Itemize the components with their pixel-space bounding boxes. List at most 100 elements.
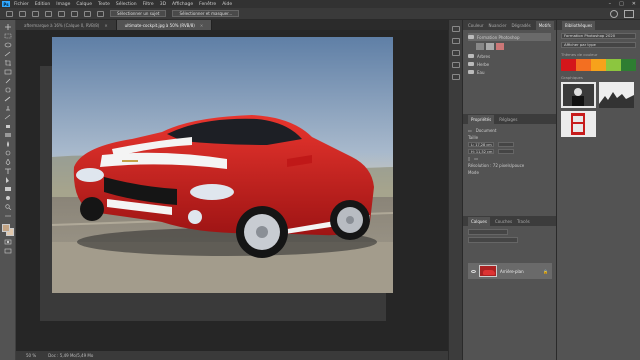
menu-calque[interactable]: Calque <box>76 2 92 7</box>
search-icon[interactable] <box>610 10 618 18</box>
history-icon[interactable] <box>451 26 460 32</box>
blur-tool-icon[interactable] <box>2 141 13 147</box>
dodge-tool-icon[interactable] <box>2 150 13 156</box>
height-field[interactable]: H: 11,52 cm <box>468 149 494 154</box>
clone-stamp-tool-icon[interactable] <box>2 105 13 111</box>
theme-color[interactable] <box>561 59 576 71</box>
theme-color[interactable] <box>621 59 636 71</box>
landscape-icon[interactable]: ▭ <box>474 156 478 161</box>
tab-nuancier[interactable]: Nuancier <box>489 23 507 28</box>
more-tools-icon[interactable] <box>2 213 13 219</box>
tab-traces[interactable]: Tracés <box>517 219 530 224</box>
angle-icon[interactable] <box>71 10 78 17</box>
close-icon[interactable]: ✕ <box>200 23 203 28</box>
pattern-folder[interactable]: Herbe <box>468 60 551 68</box>
paragraph-icon[interactable] <box>451 74 460 80</box>
tab-degrades[interactable]: Dégradés <box>511 23 530 28</box>
menu-edition[interactable]: Edition <box>35 2 51 7</box>
menu-aide[interactable]: Aide <box>222 2 232 7</box>
path-selection-tool-icon[interactable] <box>2 177 13 183</box>
document-tab-active[interactable]: ultimate-cockpit.jpg à 50% (RVB/8) ✕ <box>116 20 213 30</box>
pattern-folder[interactable]: Eau <box>468 68 551 76</box>
size-section[interactable]: Taille <box>468 134 552 141</box>
brush-size-icon[interactable] <box>58 10 65 17</box>
info-icon[interactable] <box>451 50 460 56</box>
pattern-folder[interactable]: Arbres <box>468 52 551 60</box>
minimize-icon[interactable]: – <box>609 1 612 7</box>
library-image[interactable] <box>561 111 596 137</box>
maximize-icon[interactable]: □ <box>619 1 624 7</box>
zoom-level[interactable]: 50 % <box>26 353 36 358</box>
library-select[interactable]: Formation Photoshop 2020 <box>561 33 636 39</box>
select-subject-button[interactable]: Sélectionner un sujet <box>110 10 167 17</box>
pattern-folder[interactable]: Formation Photoshop <box>468 33 551 41</box>
tab-calques[interactable]: Calques <box>468 216 490 226</box>
layer-row[interactable]: Arrière-plan 🔒 <box>468 263 552 279</box>
brush-settings-icon[interactable] <box>451 38 460 44</box>
portrait-icon[interactable]: ▯ <box>468 156 470 161</box>
move-tool-icon[interactable] <box>2 24 13 30</box>
tab-couches[interactable]: Couches <box>495 219 512 224</box>
menu-filtre[interactable]: Filtre <box>143 2 154 7</box>
hand-tool-icon[interactable] <box>2 195 13 201</box>
foreground-color-swatch[interactable] <box>1 224 10 232</box>
theme-color[interactable] <box>606 59 621 71</box>
width-field[interactable]: L: 17,28 cm <box>468 142 494 147</box>
tab-couleur[interactable]: Couleur <box>468 23 484 28</box>
pen-tool-icon[interactable] <box>2 159 13 165</box>
x-field[interactable] <box>498 142 514 147</box>
shape-tool-icon[interactable] <box>2 186 13 192</box>
zoom-tool-icon[interactable] <box>2 204 13 210</box>
subtract-selection-icon[interactable] <box>45 10 52 17</box>
eye-icon[interactable] <box>471 269 476 273</box>
sample-all-icon[interactable] <box>84 10 91 17</box>
tab-motifs[interactable]: Motifs <box>535 20 554 30</box>
layer-name[interactable]: Arrière-plan <box>500 269 524 274</box>
screen-mode-icon[interactable] <box>2 248 13 254</box>
library-image[interactable] <box>599 82 634 108</box>
library-image[interactable] <box>561 82 596 108</box>
history-brush-tool-icon[interactable] <box>2 114 13 120</box>
character-icon[interactable] <box>451 62 460 68</box>
crop-tool-icon[interactable] <box>2 60 13 66</box>
enhance-edge-icon[interactable] <box>97 10 104 17</box>
menu-3d[interactable]: 3D <box>160 2 166 7</box>
filter-select[interactable]: Afficher par type <box>561 42 636 48</box>
type-tool-icon[interactable] <box>2 168 13 174</box>
eyedropper-tool-icon[interactable] <box>2 78 13 84</box>
car-photo[interactable] <box>52 37 393 293</box>
menu-selection[interactable]: Sélection <box>116 2 137 7</box>
lock-icon[interactable]: 🔒 <box>543 269 548 274</box>
tab-proprietes[interactable]: Propriétés <box>468 114 495 124</box>
healing-brush-tool-icon[interactable] <box>2 87 13 93</box>
pattern-thumb[interactable] <box>476 43 484 50</box>
menu-affichage[interactable]: Affichage <box>172 2 193 7</box>
theme-color[interactable] <box>576 59 591 71</box>
eraser-tool-icon[interactable] <box>2 123 13 129</box>
menu-image[interactable]: Image <box>56 2 70 7</box>
quick-select-icon[interactable] <box>19 10 26 17</box>
home-icon[interactable] <box>6 10 13 17</box>
select-and-mask-button[interactable]: Sélectionner et masquer... <box>172 10 240 17</box>
tab-reglages[interactable]: Réglages <box>499 117 517 122</box>
menu-texte[interactable]: Texte <box>98 2 110 7</box>
pattern-thumb[interactable] <box>486 43 494 50</box>
tab-bibliotheques[interactable]: Bibliothèques <box>562 20 596 30</box>
layer-filter-select[interactable] <box>468 229 508 235</box>
document-size[interactable]: Doc : 5,49 Mo/5,49 Mo <box>48 353 93 358</box>
close-icon[interactable]: ✕ <box>104 23 107 28</box>
marquee-tool-icon[interactable] <box>2 33 13 39</box>
frame-tool-icon[interactable] <box>2 69 13 75</box>
menu-fenetre[interactable]: Fenêtre <box>199 2 216 7</box>
color-theme[interactable] <box>561 59 636 71</box>
y-field[interactable] <box>498 149 514 154</box>
document-tab[interactable]: aftermarque à 16% (Calque 0, RVB/8) ✕ <box>16 20 117 30</box>
pattern-thumb[interactable] <box>496 43 504 50</box>
blend-mode-select[interactable] <box>468 237 518 243</box>
brush-tool-icon[interactable] <box>2 96 13 102</box>
quick-mask-icon[interactable] <box>2 239 13 245</box>
share-icon[interactable] <box>624 10 634 18</box>
gradient-tool-icon[interactable] <box>2 132 13 138</box>
quick-selection-tool-icon[interactable] <box>2 51 13 57</box>
close-icon[interactable]: ✕ <box>632 1 636 7</box>
